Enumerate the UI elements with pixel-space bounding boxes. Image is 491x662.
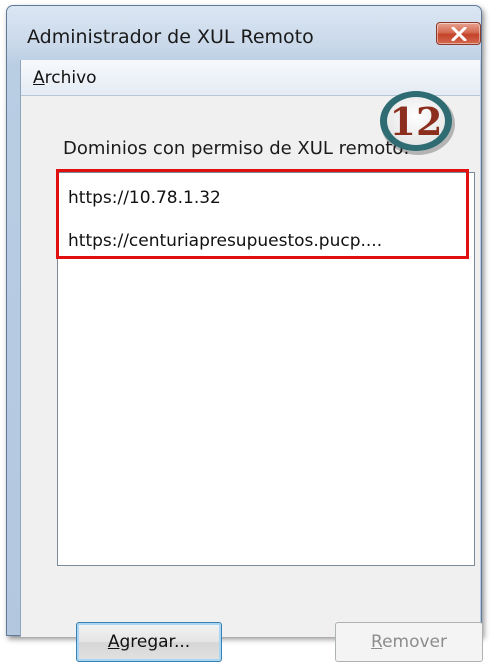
title-bar[interactable]: Administrador de XUL Remoto	[7, 6, 481, 60]
step-badge: 12	[376, 85, 458, 157]
close-button[interactable]	[436, 22, 481, 45]
domains-label: Dominios con permiso de XUL remoto:	[63, 138, 410, 159]
remove-button-accesskey: R	[371, 632, 383, 652]
add-button[interactable]: Agregar...	[76, 622, 222, 662]
badge-number: 12	[390, 99, 443, 144]
add-button-accesskey: A	[107, 632, 120, 652]
remove-button[interactable]: Remover	[335, 622, 483, 662]
menu-archivo-accesskey: A	[33, 68, 45, 88]
close-icon	[451, 27, 467, 41]
window-title: Administrador de XUL Remoto	[27, 26, 314, 48]
menu-archivo[interactable]: Archivo	[33, 68, 97, 88]
menu-archivo-label: rchivo	[44, 68, 97, 88]
remove-button-label: emover	[382, 632, 447, 652]
highlight-annotation	[56, 169, 469, 259]
add-button-label: gregar...	[119, 632, 191, 652]
